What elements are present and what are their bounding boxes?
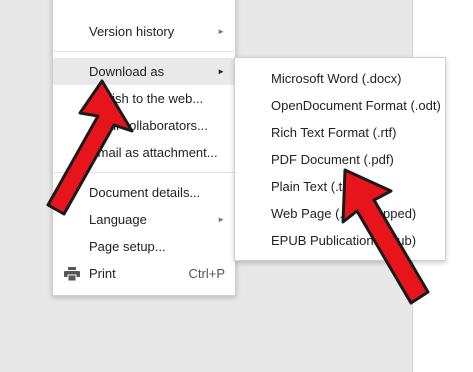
menu-separator [53,51,235,52]
menu-item-publish-to-web[interactable]: blish to the web... [53,85,235,112]
submenu-arrow-icon: ► [217,67,225,76]
menu-item-page-setup[interactable]: Page setup... [53,233,235,260]
menu-item-label: Page setup... [89,239,166,254]
download-option-rtf[interactable]: Rich Text Format (.rtf) [235,119,445,146]
menu-item-label: Version history [89,24,175,39]
submenu-item-label: Web Page (.h [271,206,351,221]
menu-item-label: ail collaborators... [106,118,208,133]
download-as-submenu: Microsoft Word (.docx) OpenDocument Form… [234,57,446,261]
submenu-item-label: OpenDocument Format (.odt) [271,98,441,113]
download-option-html[interactable]: Web Page (.h pped) [235,200,445,227]
download-option-pdf[interactable]: PDF Document (.pdf) [235,146,445,173]
submenu-item-label-tail: pub) [390,233,417,248]
menu-item-version-history[interactable]: Version history ► [53,18,235,45]
submenu-item-label: PDF Document (.pdf) [271,152,394,167]
menu-item-label: Language [89,212,147,227]
submenu-item-label-tail: pped) [383,206,417,221]
menu-item-email-collaborators[interactable]: ail collaborators... [53,112,235,139]
submenu-item-label: EPUB Publication [271,233,374,248]
submenu-item-label: Rich Text Format (.rtf) [271,125,397,140]
file-menu-dropdown: Version history ► Download as ► blish to… [52,0,236,296]
menu-item-label: blish to the web... [102,91,204,106]
menu-item-document-details[interactable]: Document details... [53,179,235,206]
submenu-item-label: Microsoft Word (.docx) [271,71,402,86]
menu-item-download-as[interactable]: Download as ► [53,58,235,85]
submenu-arrow-icon: ► [217,215,225,224]
download-option-docx[interactable]: Microsoft Word (.docx) [235,65,445,92]
menu-item-email-as-attachment[interactable]: Email as attachment... [53,139,235,166]
menu-item-language[interactable]: Language ► [53,206,235,233]
download-option-odt[interactable]: OpenDocument Format (.odt) [235,92,445,119]
menu-item-print[interactable]: Print Ctrl+P [53,260,235,287]
menu-separator [53,172,235,173]
menu-item-label: Download as [89,64,165,79]
menu-item-label: Email as attachment... [89,145,218,160]
submenu-item-label: Plain Text (.t [271,179,343,194]
keyboard-shortcut: Ctrl+P [188,266,225,281]
menu-item-label: Document details... [89,185,201,200]
submenu-arrow-icon: ► [217,27,225,36]
printer-icon [64,267,80,281]
menu-item-label: Print [89,266,116,281]
download-option-txt[interactable]: Plain Text (.t [235,173,445,200]
download-option-epub[interactable]: EPUB Publication pub) [235,227,445,254]
